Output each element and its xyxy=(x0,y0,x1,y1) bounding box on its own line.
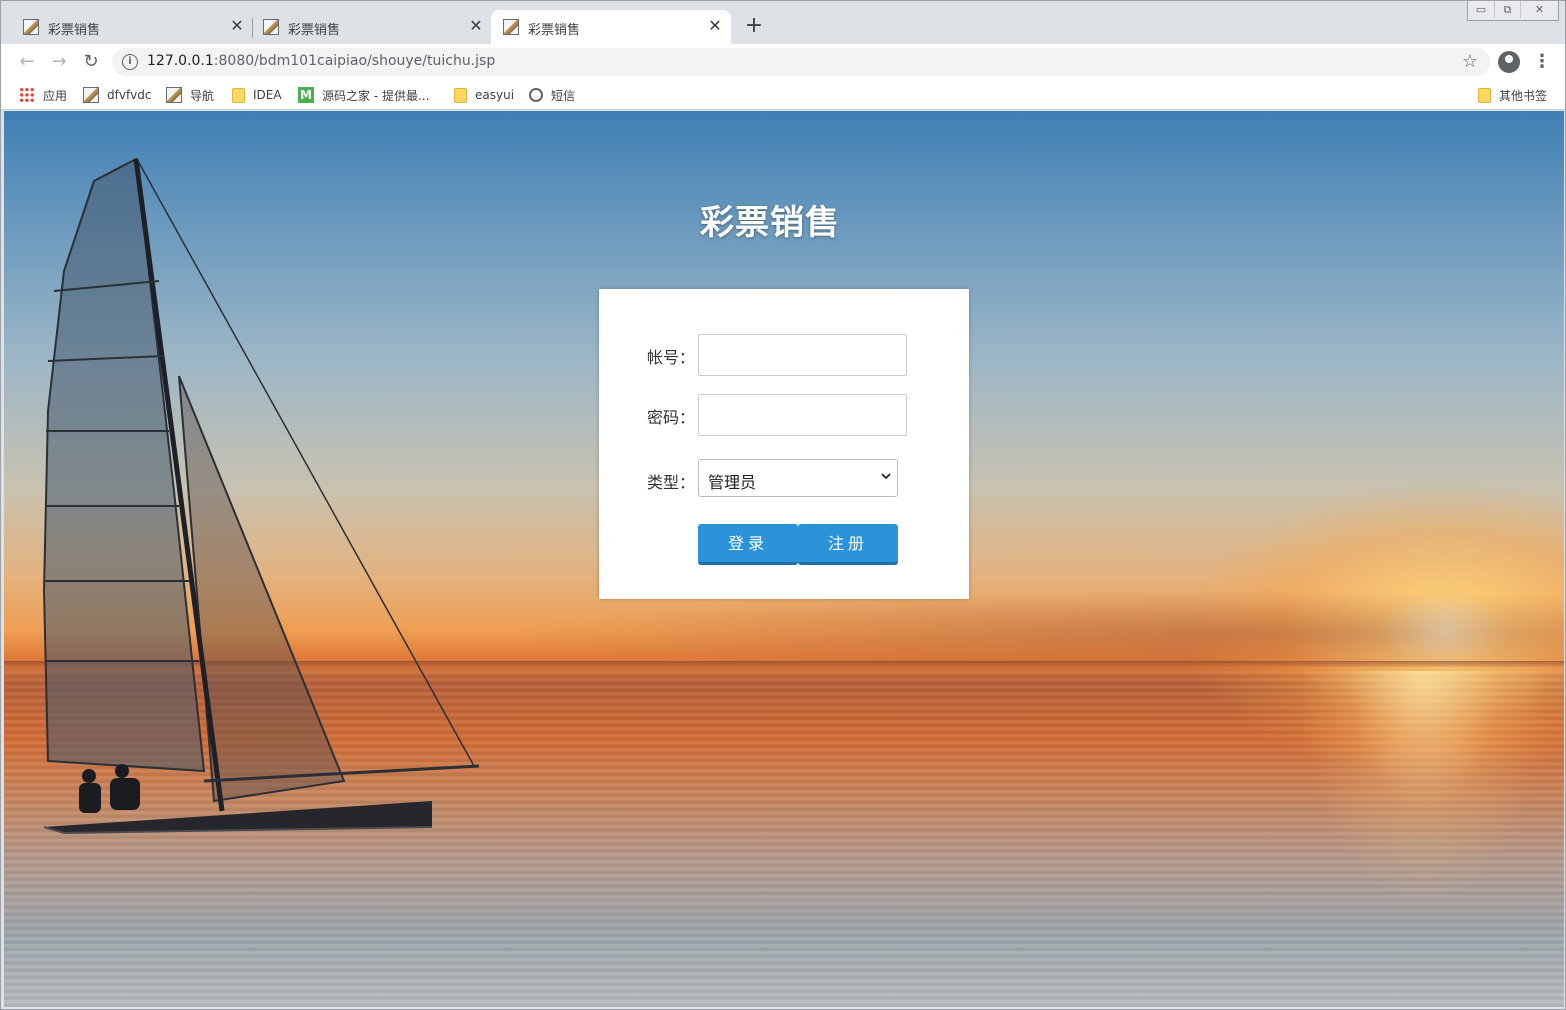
minimize-button[interactable]: ▭ xyxy=(1468,1,1494,19)
bookmark-label: easyui xyxy=(475,88,515,102)
bookmark-label: dfvfvdc xyxy=(107,88,152,102)
user-type-selected: 管理员 xyxy=(708,473,757,492)
bookmark-dfvfvdc[interactable]: dfvfvdc xyxy=(83,86,151,104)
bookmark-star-icon[interactable]: ☆ xyxy=(1462,51,1478,72)
account-label: 帐号： xyxy=(647,348,696,367)
folder-icon xyxy=(232,87,245,103)
close-tab-icon[interactable]: ✕ xyxy=(466,16,486,36)
m-logo-icon: M xyxy=(298,87,314,103)
tab-title: 彩票销售 xyxy=(48,23,101,38)
bookmark-sms[interactable]: 短信 xyxy=(529,86,575,104)
reload-icon[interactable]: ↻ xyxy=(78,49,104,75)
back-arrow-icon[interactable]: ← xyxy=(14,49,40,75)
page-favicon-icon xyxy=(503,19,519,35)
page-icon xyxy=(83,87,99,103)
page-icon xyxy=(166,87,182,103)
page-viewport: 彩票销售 帐号： 密码： 类型： 管理员 登录 注册 xyxy=(4,111,1564,1007)
tab-strip: 彩票销售 ✕ 彩票销售 ✕ 彩票销售 ✕ + ▭ ⧉ ✕ xyxy=(1,1,1565,44)
globe-icon xyxy=(529,88,543,102)
window-controls: ▭ ⧉ ✕ xyxy=(1467,1,1559,21)
bookmark-other[interactable]: 其他书签 xyxy=(1478,86,1547,104)
restore-button[interactable]: ⧉ xyxy=(1494,1,1520,19)
page-favicon-icon xyxy=(23,19,39,35)
bookmarks-bar: 应用 dfvfvdc 导航 IDEA M 源码之家 - 提供最... easyu… xyxy=(1,80,1565,110)
account-input[interactable] xyxy=(698,334,907,376)
bookmark-label: 短信 xyxy=(551,88,576,103)
register-button[interactable]: 注册 xyxy=(798,524,898,565)
browser-tab-3-active[interactable]: 彩票销售 ✕ xyxy=(491,10,731,44)
site-info-icon[interactable]: i xyxy=(122,54,138,70)
password-input[interactable] xyxy=(698,394,907,436)
bookmark-label: 应用 xyxy=(43,88,68,103)
tab-title: 彩票销售 xyxy=(288,23,341,38)
forward-arrow-icon[interactable]: → xyxy=(46,49,72,75)
tab-title: 彩票销售 xyxy=(528,23,581,38)
password-label: 密码： xyxy=(647,408,696,427)
login-card: 帐号： 密码： 类型： 管理员 登录 注册 xyxy=(599,289,969,599)
sun-reflection xyxy=(1304,671,1544,891)
address-bar[interactable]: i 127.0.0.1:8080/bdm101caipiao/shouye/tu… xyxy=(112,48,1490,76)
url-text: 127.0.0.1:8080/bdm101caipiao/shouye/tuic… xyxy=(147,53,495,69)
bookmark-yuanma[interactable]: M 源码之家 - 提供最... xyxy=(298,86,429,104)
chevron-down-icon xyxy=(881,473,891,480)
url-path: :8080/bdm101caipiao/shouye/tuichu.jsp xyxy=(213,53,496,69)
bookmark-nav[interactable]: 导航 xyxy=(166,86,214,104)
bookmark-label: 导航 xyxy=(190,88,215,103)
menu-kebab-icon[interactable]: ⋮ xyxy=(1533,49,1551,75)
browser-toolbar: ← → ↻ i 127.0.0.1:8080/bdm101caipiao/sho… xyxy=(1,44,1565,80)
bookmark-label: IDEA xyxy=(253,88,282,102)
folder-icon xyxy=(454,87,467,103)
browser-tab-2[interactable]: 彩票销售 ✕ xyxy=(241,10,491,44)
bookmark-idea[interactable]: IDEA xyxy=(232,86,282,104)
cloud-band xyxy=(504,591,1564,661)
page-title: 彩票销售 xyxy=(700,203,840,243)
bookmark-easyui[interactable]: easyui xyxy=(454,86,514,104)
folder-icon xyxy=(1478,87,1491,103)
url-host: 127.0.0.1 xyxy=(147,53,214,69)
close-window-button[interactable]: ✕ xyxy=(1520,1,1558,19)
bookmark-apps[interactable]: 应用 xyxy=(19,86,67,104)
new-tab-button[interactable]: + xyxy=(742,14,766,38)
page-favicon-icon xyxy=(263,19,279,35)
login-button[interactable]: 登录 xyxy=(698,524,798,565)
profile-avatar-icon[interactable] xyxy=(1498,51,1520,73)
user-type-select[interactable]: 管理员 xyxy=(698,459,898,497)
bookmark-label: 源码之家 - 提供最... xyxy=(322,88,430,103)
bookmark-label: 其他书签 xyxy=(1499,88,1548,103)
browser-tab-1[interactable]: 彩票销售 ✕ xyxy=(1,10,251,44)
type-label: 类型： xyxy=(647,473,696,492)
browser-window: 彩票销售 ✕ 彩票销售 ✕ 彩票销售 ✕ + ▭ ⧉ ✕ ← → ↻ i 127… xyxy=(0,0,1566,1010)
close-tab-icon[interactable]: ✕ xyxy=(705,16,725,36)
apps-icon xyxy=(19,87,35,103)
